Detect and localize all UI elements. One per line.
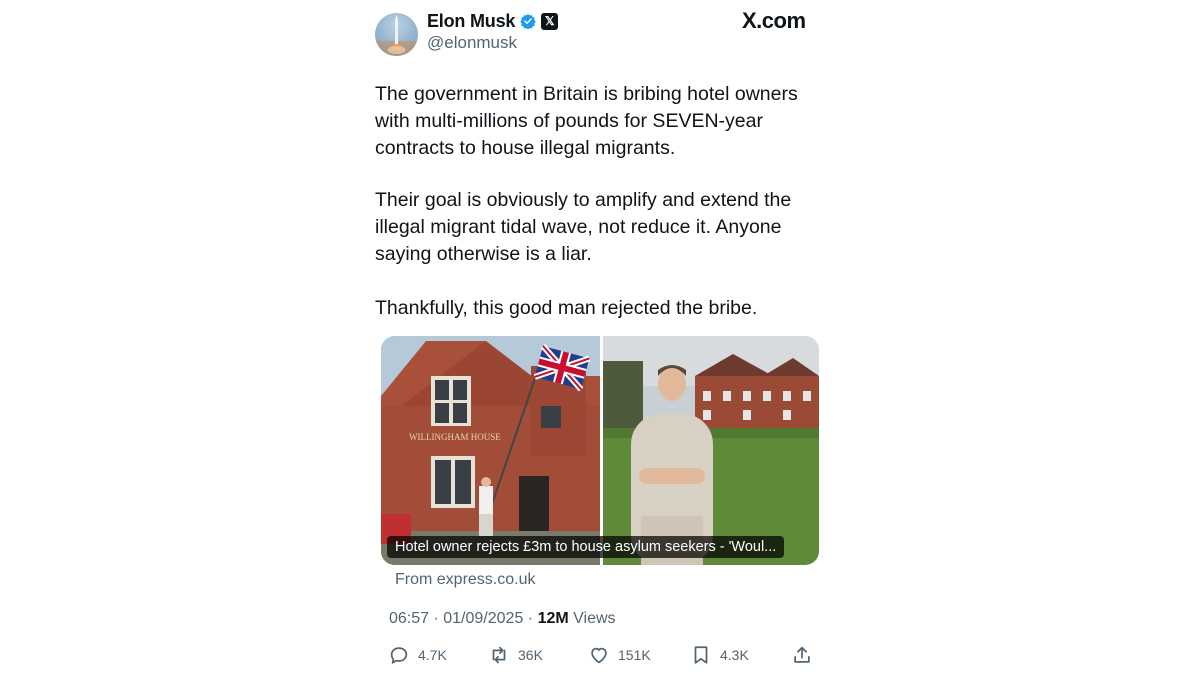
card-source-link[interactable]: From express.co.uk — [395, 571, 535, 589]
author-handle[interactable]: @elonmusk — [427, 33, 517, 53]
reply-button[interactable]: 4.7K — [388, 643, 447, 667]
heart-icon — [591, 647, 607, 664]
reply-count: 4.7K — [418, 647, 447, 663]
card-image-hotel-building: WILLINGHAM HOUSE — [381, 336, 600, 565]
tweet-meta: 06:57 · 01/09/2025 · 12M Views — [389, 610, 616, 628]
link-preview-card[interactable]: WILLINGHAM HOUSE Hotel owner rejects £3m… — [381, 336, 819, 565]
views-count: 12M — [537, 610, 569, 627]
tweet-paragraph-1: The government in Britain is bribing hot… — [375, 83, 798, 159]
building-sign-text: WILLINGHAM HOUSE — [409, 432, 501, 442]
views-label: Views — [568, 610, 616, 627]
card-headline[interactable]: Hotel owner rejects £3m to house asylum … — [387, 536, 785, 558]
repost-icon — [492, 646, 506, 664]
repost-button[interactable]: 36K — [488, 643, 543, 667]
x-logo-badge-icon: 𝕏 — [541, 12, 559, 30]
share-icon — [794, 646, 810, 663]
tweet-paragraph-3: Thankfully, this good man rejected the b… — [375, 297, 758, 319]
x-com-watermark: X.com — [742, 8, 806, 33]
card-image-hotel-owner — [603, 336, 819, 565]
author-name-row: Elon Musk 𝕏 — [427, 10, 559, 32]
bookmark-button[interactable]: 4.3K — [690, 643, 749, 667]
bookmark-icon — [694, 646, 708, 664]
bookmark-count: 4.3K — [720, 647, 749, 663]
author-display-name[interactable]: Elon Musk — [427, 11, 515, 32]
like-button[interactable]: 151K — [588, 643, 651, 667]
author-avatar[interactable] — [375, 13, 418, 56]
tweet-paragraph-2: Their goal is obviously to amplify and e… — [375, 189, 792, 265]
repost-count: 36K — [518, 647, 543, 663]
tweet-card: Elon Musk 𝕏 @elonmusk X.com The governme… — [0, 0, 1200, 675]
verified-badge-icon — [520, 14, 536, 29]
rocket-icon — [375, 15, 418, 56]
share-button[interactable] — [791, 643, 813, 667]
like-count: 151K — [618, 647, 651, 663]
reply-icon — [390, 647, 408, 664]
tweet-timestamp[interactable]: 06:57 · 01/09/2025 · — [389, 610, 538, 627]
